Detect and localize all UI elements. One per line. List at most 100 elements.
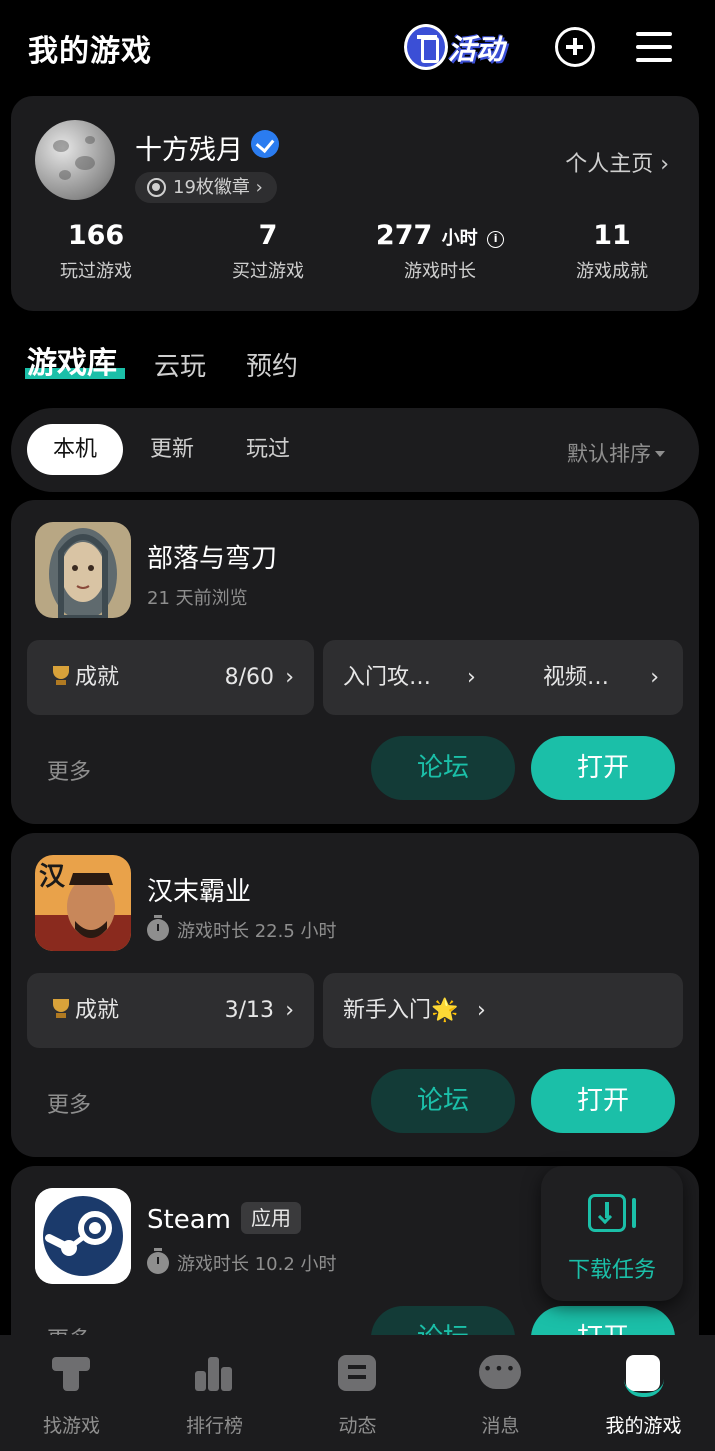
forum-button[interactable]: 论坛 xyxy=(371,1069,515,1133)
stat-unit: 小时 xyxy=(441,228,478,249)
ranking-icon xyxy=(193,1353,235,1395)
sort-label: 默认排序 xyxy=(567,442,651,466)
caret-down-icon xyxy=(655,451,665,457)
achievement-label: 成就 xyxy=(75,998,120,1023)
svg-text:汉: 汉 xyxy=(39,862,66,892)
avatar[interactable] xyxy=(35,120,115,200)
chevron-right-icon: › xyxy=(285,665,294,690)
medal-icon xyxy=(147,178,166,197)
verified-icon xyxy=(251,130,279,158)
guide-link-2[interactable]: 视频… xyxy=(543,640,609,715)
game-name-row: Steam 应用 xyxy=(147,1202,301,1235)
trophy-icon xyxy=(49,664,73,688)
download-task-button[interactable]: 下载任务 xyxy=(541,1166,683,1301)
filter-local[interactable]: 本机 xyxy=(27,424,123,475)
more-link[interactable]: 更多 xyxy=(47,1087,91,1119)
badges-label: 19枚徽章 › xyxy=(173,177,263,198)
nav-my-games[interactable]: 我的游戏 xyxy=(572,1335,715,1451)
stat-value: 7 xyxy=(258,220,278,251)
guide-tile[interactable]: 新手入门🌟 › xyxy=(323,973,683,1048)
page-title: 我的游戏 xyxy=(28,34,152,69)
game-playtime: 游戏时长 10.2 小时 xyxy=(147,1248,337,1276)
open-button[interactable]: 打开 xyxy=(531,1069,675,1133)
activity-button[interactable]: 活动 xyxy=(398,20,520,76)
stat-value: 11 xyxy=(593,220,631,251)
guide-link-1[interactable]: 入门攻… xyxy=(343,640,431,715)
stat-label: 游戏时长 xyxy=(404,261,476,282)
tab-reserve[interactable]: 预约 xyxy=(246,346,298,383)
game-name: 部落与弯刀 xyxy=(147,544,278,574)
chevron-right-icon: › xyxy=(650,665,659,690)
forum-button[interactable]: 论坛 xyxy=(371,736,515,800)
game-last-viewed: 21 天前浏览 xyxy=(147,588,248,609)
stat-played[interactable]: 166 玩过游戏 xyxy=(11,220,181,283)
gift-icon xyxy=(404,24,448,70)
nav-label: 排行榜 xyxy=(185,1415,243,1437)
message-icon xyxy=(479,1353,521,1395)
achievement-label-wrap: 成就 xyxy=(49,973,119,1048)
stat-playtime[interactable]: 277 小时 i 游戏时长 xyxy=(355,220,525,283)
guide-tile: 入门攻… › 视频… › xyxy=(323,640,683,715)
achievement-label-wrap: 成就 xyxy=(49,640,119,715)
game-icon[interactable]: 汉 xyxy=(35,855,131,951)
download-task-label: 下载任务 xyxy=(567,1258,656,1283)
playtime-text: 游戏时长 10.2 小时 xyxy=(177,1254,337,1275)
open-button[interactable]: 打开 xyxy=(531,736,675,800)
nav-ranking[interactable]: 排行榜 xyxy=(143,1335,286,1451)
badges-pill[interactable]: 19枚徽章 › xyxy=(135,172,277,203)
game-icon[interactable] xyxy=(35,522,131,618)
game-name: 汉末霸业 xyxy=(147,877,252,907)
steam-icon[interactable] xyxy=(35,1188,131,1284)
app-tag: 应用 xyxy=(240,1202,301,1234)
achievement-label: 成就 xyxy=(75,665,120,690)
stat-value: 277 xyxy=(375,220,433,251)
nav-feed[interactable]: 动态 xyxy=(286,1335,429,1451)
filter-played[interactable]: 玩过 xyxy=(243,424,293,475)
tab-cloud[interactable]: 云玩 xyxy=(154,346,206,383)
plus-circle-icon[interactable] xyxy=(555,27,595,67)
timer-icon xyxy=(147,915,169,941)
menu-icon[interactable] xyxy=(636,30,674,64)
nav-label: 找游戏 xyxy=(42,1415,100,1437)
nav-find-game[interactable]: 找游戏 xyxy=(0,1335,143,1451)
game-name: Steam xyxy=(147,1205,231,1235)
homepage-link[interactable]: 个人主页 › xyxy=(565,146,669,178)
stat-value-row: 277 小时 i xyxy=(355,220,525,251)
feed-icon xyxy=(336,1353,378,1395)
stat-purchased[interactable]: 7 买过游戏 xyxy=(183,220,353,283)
stat-value: 166 xyxy=(67,220,125,251)
achievement-progress: 8/60 xyxy=(224,665,274,690)
info-icon[interactable]: i xyxy=(487,231,505,248)
my-games-icon xyxy=(622,1353,664,1397)
game-card[interactable]: 部落与弯刀 21 天前浏览 成就 8/60 › 入门攻… › 视频… › 更多 … xyxy=(11,500,699,824)
nav-label: 消息 xyxy=(481,1415,520,1437)
stat-label: 游戏成就 xyxy=(576,261,648,282)
chevron-right-icon: › xyxy=(477,998,486,1023)
nav-messages[interactable]: 消息 xyxy=(429,1335,572,1451)
filter-bar: 本机 更新 玩过 默认排序 xyxy=(11,408,699,492)
chevron-right-icon: › xyxy=(285,998,294,1023)
activity-label: 活动 xyxy=(448,33,505,66)
achievement-tile[interactable]: 成就 3/13 › xyxy=(27,973,314,1048)
more-link[interactable]: 更多 xyxy=(47,754,91,786)
achievement-tile[interactable]: 成就 8/60 › xyxy=(27,640,314,715)
stat-label: 买过游戏 xyxy=(232,261,304,282)
bottom-nav: 找游戏 排行榜 动态 消息 我的游戏 xyxy=(0,1335,715,1451)
timer-icon xyxy=(147,1248,169,1274)
user-name: 十方残月 xyxy=(135,135,243,166)
top-header: 我的游戏 活动 xyxy=(0,0,715,95)
achievement-progress: 3/13 xyxy=(224,998,274,1023)
game-playtime: 游戏时长 22.5 小时 xyxy=(147,915,337,943)
guide-link-1: 新手入门🌟 xyxy=(343,998,459,1023)
download-icon xyxy=(588,1194,636,1232)
nav-label: 动态 xyxy=(338,1415,377,1437)
sort-dropdown[interactable]: 默认排序 xyxy=(567,438,665,468)
tab-library[interactable]: 游戏库 xyxy=(27,338,117,382)
find-game-icon xyxy=(50,1353,92,1395)
stat-achievements[interactable]: 11 游戏成就 xyxy=(527,220,697,283)
main-tabs: 游戏库 云玩 预约 xyxy=(0,336,715,386)
stat-label: 玩过游戏 xyxy=(60,261,132,282)
filter-updates[interactable]: 更新 xyxy=(147,424,197,475)
game-card[interactable]: 汉 汉末霸业 游戏时长 22.5 小时 成就 3/13 › 新手入门🌟 › 更多… xyxy=(11,833,699,1157)
profile-card: 十方残月 19枚徽章 › 个人主页 › 166 玩过游戏 7 买过游戏 277 … xyxy=(11,96,699,311)
